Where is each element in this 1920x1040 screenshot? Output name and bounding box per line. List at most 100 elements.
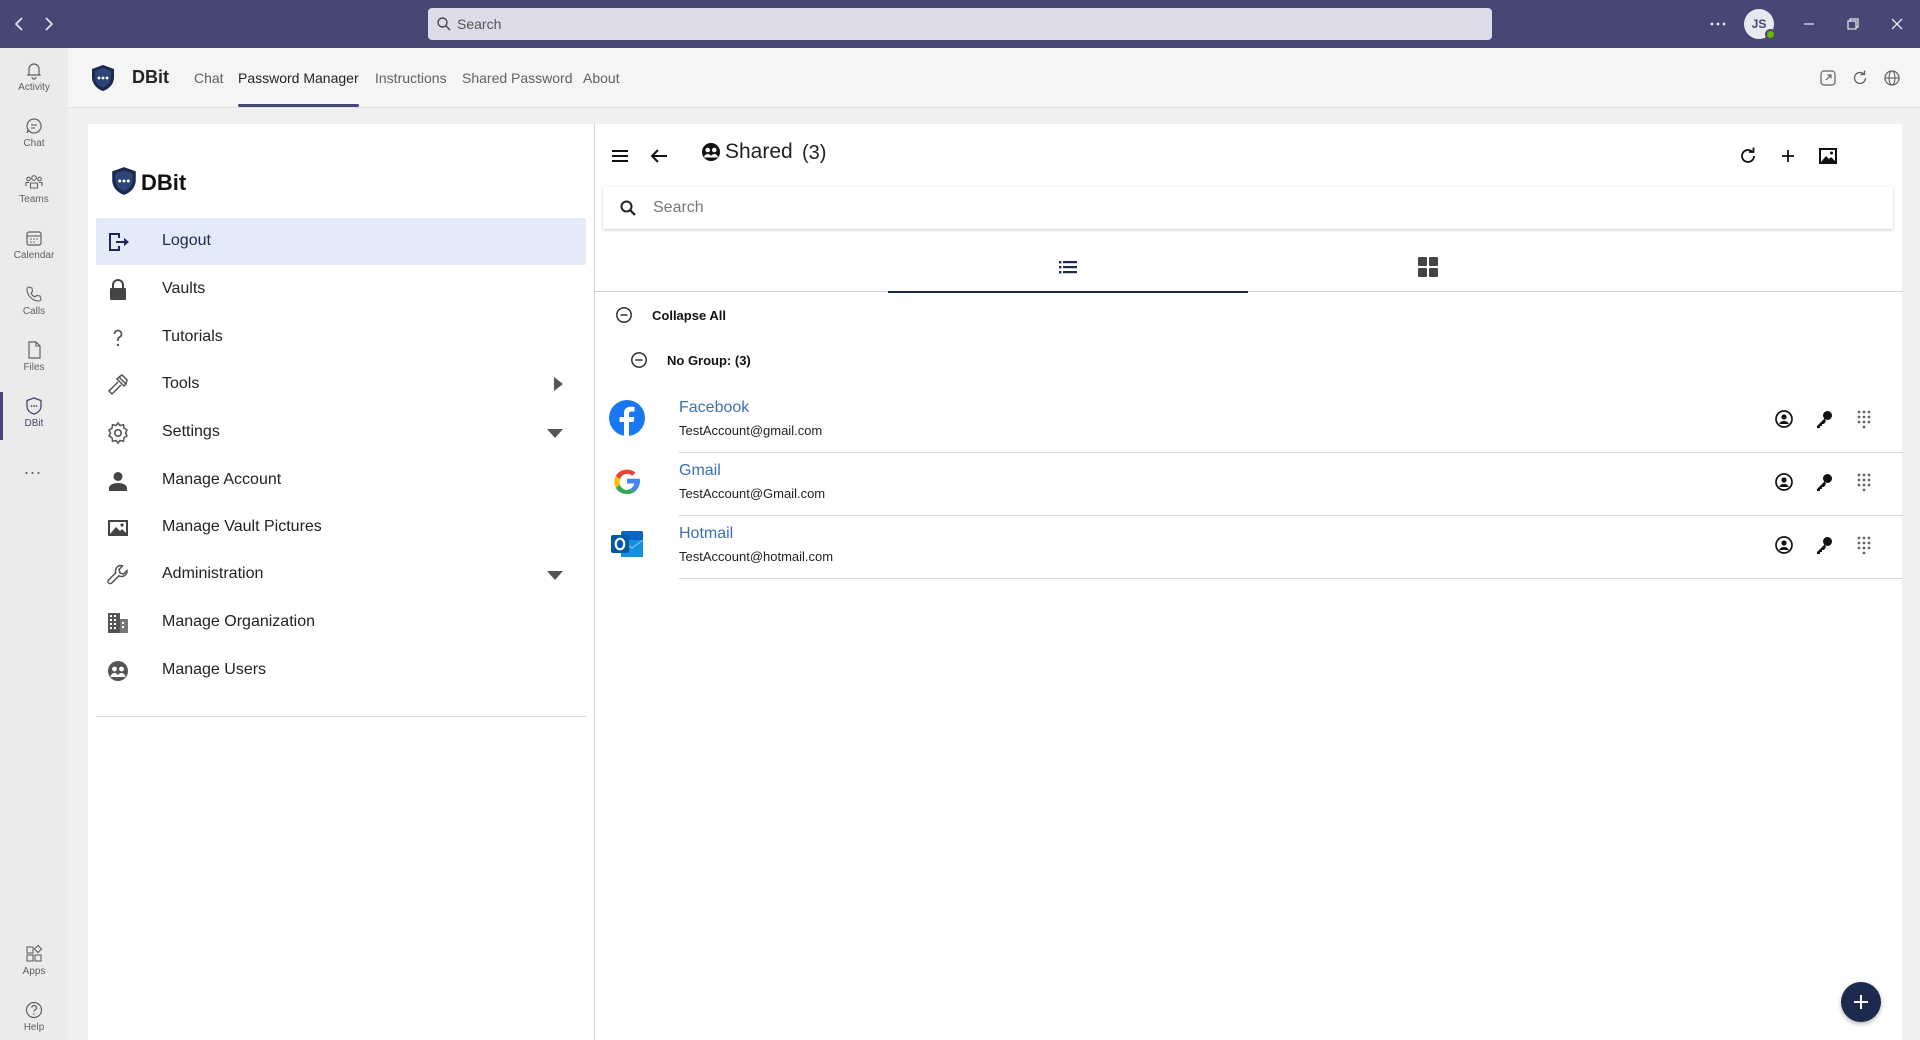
rail-more-apps[interactable]: ...: [24, 458, 42, 479]
rail-item-activity[interactable]: Activity: [0, 52, 68, 108]
title-bar: Search JS: [0, 0, 1920, 48]
vault-search-box: [603, 187, 1893, 229]
rail-label: DBit: [24, 418, 44, 429]
vault-search-input[interactable]: [653, 197, 1853, 219]
plus-icon: [1854, 995, 1868, 1009]
collapse-all-label: Collapse All: [652, 308, 726, 323]
entry-name[interactable]: Facebook: [679, 399, 749, 417]
group-toggle[interactable]: No Group: (3): [630, 349, 830, 373]
copy-password-key-icon[interactable]: [1814, 535, 1834, 555]
tab-instructions[interactable]: Instructions: [375, 70, 447, 86]
sidebar-item-tutorials[interactable]: Tutorials: [96, 314, 586, 361]
refresh-icon[interactable]: [1736, 144, 1760, 168]
rail-item-help[interactable]: Help: [0, 992, 68, 1040]
rail-item-files[interactable]: Files: [0, 332, 68, 388]
rail-label: Activity: [18, 82, 50, 93]
rail-item-teams[interactable]: Teams: [0, 164, 68, 220]
shield-icon: [26, 397, 42, 415]
caret-down-icon[interactable]: [546, 569, 564, 581]
sidebar-item-administration[interactable]: Administration: [96, 551, 586, 598]
sidebar-menu: DBit Logout Vaults Tutorials Tools Setti…: [88, 124, 594, 1040]
copy-password-key-icon[interactable]: [1814, 409, 1834, 429]
image-icon: [108, 520, 128, 536]
dial-pad-icon[interactable]: [1854, 472, 1874, 492]
global-search-input[interactable]: Search: [428, 8, 1492, 40]
rail-item-dbit[interactable]: DBit: [0, 388, 68, 444]
collapse-all-toggle[interactable]: Collapse All: [615, 304, 815, 328]
person-icon: [109, 472, 127, 491]
back-arrow-icon[interactable]: [647, 144, 671, 168]
add-entry-fab-button[interactable]: [1841, 982, 1881, 1022]
tab-shared-password[interactable]: Shared Password: [462, 70, 573, 86]
tab-chat[interactable]: Chat: [194, 70, 224, 86]
image-icon[interactable]: [1816, 144, 1840, 168]
sidebar-item-label: Logout: [162, 232, 211, 249]
list-item[interactable]: Facebook TestAccount@gmail.com: [595, 390, 1903, 453]
close-icon[interactable]: [1885, 12, 1909, 36]
outlook-icon: [611, 531, 644, 557]
rail-label: Files: [23, 362, 45, 373]
sidebar-item-settings[interactable]: Settings: [96, 409, 586, 456]
more-options-icon[interactable]: [1706, 12, 1730, 36]
help-icon: [25, 1001, 43, 1019]
sidebar-item-label: Tools: [162, 375, 200, 392]
entry-name[interactable]: Hotmail: [679, 525, 733, 543]
entry-name[interactable]: Gmail: [679, 462, 721, 480]
rail-item-chat[interactable]: Chat: [0, 108, 68, 164]
chat-icon: [26, 118, 42, 134]
active-tab-indicator: [238, 104, 359, 107]
list-item[interactable]: Gmail TestAccount@Gmail.com: [595, 453, 1903, 516]
caret-right-icon[interactable]: [551, 375, 565, 393]
global-search-placeholder: Search: [457, 16, 502, 32]
rail-item-apps[interactable]: Apps: [0, 936, 68, 992]
sidebar-item-manage-vault-pictures[interactable]: Manage Vault Pictures: [96, 504, 586, 551]
tab-about[interactable]: About: [583, 70, 620, 86]
tab-list-view[interactable]: [888, 242, 1248, 293]
sidebar-item-manage-account[interactable]: Manage Account: [96, 457, 586, 504]
sidebar-item-manage-organization[interactable]: Manage Organization: [96, 599, 586, 646]
tab-password-manager[interactable]: Password Manager: [238, 70, 359, 86]
rail-item-calls[interactable]: Calls: [0, 276, 68, 332]
view-mode-tabs: [595, 242, 1903, 293]
sidebar-item-label: Tutorials: [162, 328, 223, 345]
globe-icon[interactable]: [1882, 68, 1902, 88]
minimize-icon[interactable]: [1797, 12, 1821, 36]
vault-entry-count: (3): [802, 142, 827, 164]
rail-label: Help: [23, 1022, 45, 1033]
popout-icon[interactable]: [1818, 68, 1838, 88]
vault-title: Shared: [725, 140, 793, 163]
sidebar-item-logout[interactable]: Logout: [96, 218, 586, 265]
copy-username-icon[interactable]: [1774, 409, 1794, 429]
lock-icon: [110, 279, 126, 300]
restore-icon[interactable]: [1841, 12, 1865, 36]
wrench-icon: [107, 564, 128, 585]
rail-label: Teams: [19, 194, 49, 205]
hamburger-menu-icon[interactable]: [608, 144, 632, 168]
sidebar-divider: [96, 716, 586, 717]
row-divider: [679, 578, 1903, 579]
caret-down-icon[interactable]: [546, 427, 564, 439]
forward-arrow-icon[interactable]: [36, 12, 60, 36]
sidebar-item-vaults[interactable]: Vaults: [96, 266, 586, 313]
back-arrow-icon[interactable]: [8, 12, 32, 36]
sidebar-title: DBit: [141, 170, 187, 195]
sidebar-item-tools[interactable]: Tools: [96, 361, 586, 408]
dial-pad-icon[interactable]: [1854, 535, 1874, 555]
copy-username-icon[interactable]: [1774, 535, 1794, 555]
reload-icon[interactable]: [1850, 68, 1870, 88]
sidebar-item-label: Vaults: [162, 280, 206, 297]
users-icon: [108, 661, 128, 681]
copy-username-icon[interactable]: [1774, 472, 1794, 492]
rail-label: Calendar: [13, 250, 55, 261]
copy-password-key-icon[interactable]: [1814, 472, 1834, 492]
rail-item-calendar[interactable]: Calendar: [0, 220, 68, 276]
user-avatar[interactable]: JS: [1744, 9, 1776, 40]
sidebar-item-manage-users[interactable]: Manage Users: [96, 647, 586, 694]
add-icon[interactable]: [1776, 144, 1800, 168]
teams-app-rail: Activity Chat Teams Calendar Calls Files…: [0, 48, 68, 1040]
phone-icon: [26, 286, 42, 302]
dial-pad-icon[interactable]: [1854, 409, 1874, 429]
hammer-icon: [107, 374, 128, 396]
tab-grid-view[interactable]: [1248, 242, 1608, 292]
list-item[interactable]: Hotmail TestAccount@hotmail.com: [595, 516, 1903, 579]
